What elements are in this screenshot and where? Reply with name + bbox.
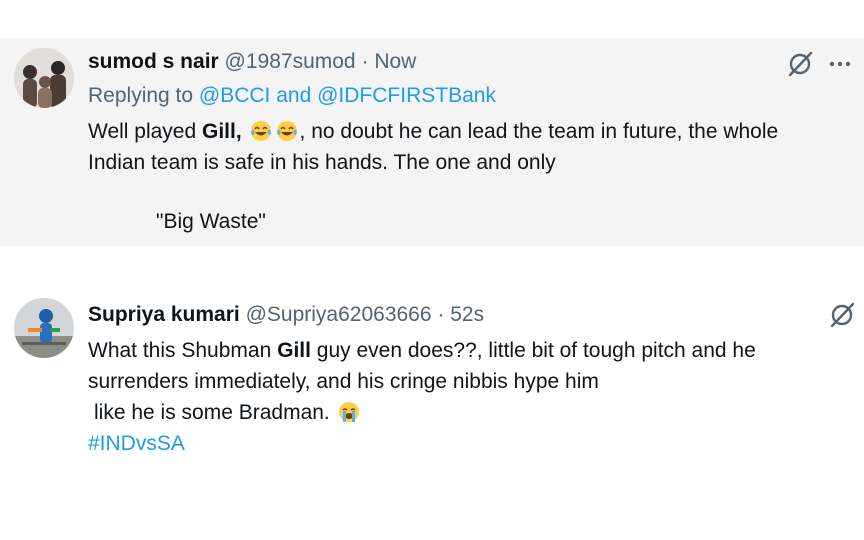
timestamp[interactable]: 52s	[450, 303, 484, 326]
tweet-supriya[interactable]: Supriya kumari @Supriya62063666 · 52s Wh…	[0, 283, 864, 503]
reply-thread: sumod s nair @1987sumod · Now Replying t…	[0, 0, 864, 540]
tweet-text-line-2: Indian team is safe in his hands. The on…	[88, 151, 556, 174]
separator-dot: ·	[437, 303, 445, 326]
display-name[interactable]: sumod s nair	[88, 50, 219, 73]
tweet-text: What this Shubman Gill guy even does??, …	[88, 335, 848, 459]
tweet-sumod[interactable]: sumod s nair @1987sumod · Now Replying t…	[0, 38, 864, 246]
grok-icon[interactable]	[828, 301, 856, 329]
text-segment: Well played	[88, 120, 197, 143]
avatar[interactable]	[14, 48, 74, 108]
text-segment: What this Shubman	[88, 339, 272, 362]
more-icon[interactable]	[826, 50, 854, 78]
tweet-text-line-2: surrenders immediately, and his cringe n…	[88, 370, 599, 393]
face-with-tears-of-joy-icon	[250, 121, 271, 141]
text-segment: , no doubt he can lead the team in futur…	[299, 120, 779, 143]
tweet-header: sumod s nair @1987sumod · Now	[88, 48, 416, 76]
tweet-text-quote: "Big Waste"	[156, 210, 266, 233]
text-segment: like he is some Bradman.	[94, 401, 330, 424]
bold-text: Gill	[277, 339, 311, 362]
tweet-text: Well played Gill, , no doubt he can lead…	[88, 116, 848, 237]
tweet-text-line-3: like he is some Bradman.	[88, 397, 848, 428]
replying-prefix: Replying to	[88, 84, 194, 107]
replying-to: Replying to @BCCI and @IDFCFIRSTBank	[88, 82, 496, 110]
user-handle[interactable]: @Supriya62063666	[246, 303, 432, 326]
replying-mentions[interactable]: @BCCI and @IDFCFIRSTBank	[199, 84, 496, 107]
separator-dot: ·	[361, 50, 369, 73]
tweet-text-line-1: What this Shubman Gill guy even does??, …	[88, 335, 848, 366]
text-segment: guy even does??, little bit of tough pit…	[316, 339, 756, 362]
loudly-crying-face-icon	[338, 402, 359, 422]
timestamp[interactable]: Now	[374, 50, 416, 73]
bold-text: Gill,	[202, 120, 242, 143]
tweet-header: Supriya kumari @Supriya62063666 · 52s	[88, 301, 484, 329]
display-name[interactable]: Supriya kumari	[88, 303, 240, 326]
grok-icon[interactable]	[786, 50, 814, 78]
hashtag-link[interactable]: #INDvsSA	[88, 428, 848, 459]
tweet-text-line-1: Well played Gill, , no doubt he can lead…	[88, 116, 848, 147]
face-with-tears-of-joy-icon	[276, 121, 297, 141]
avatar[interactable]	[14, 298, 74, 358]
user-handle[interactable]: @1987sumod	[225, 50, 356, 73]
